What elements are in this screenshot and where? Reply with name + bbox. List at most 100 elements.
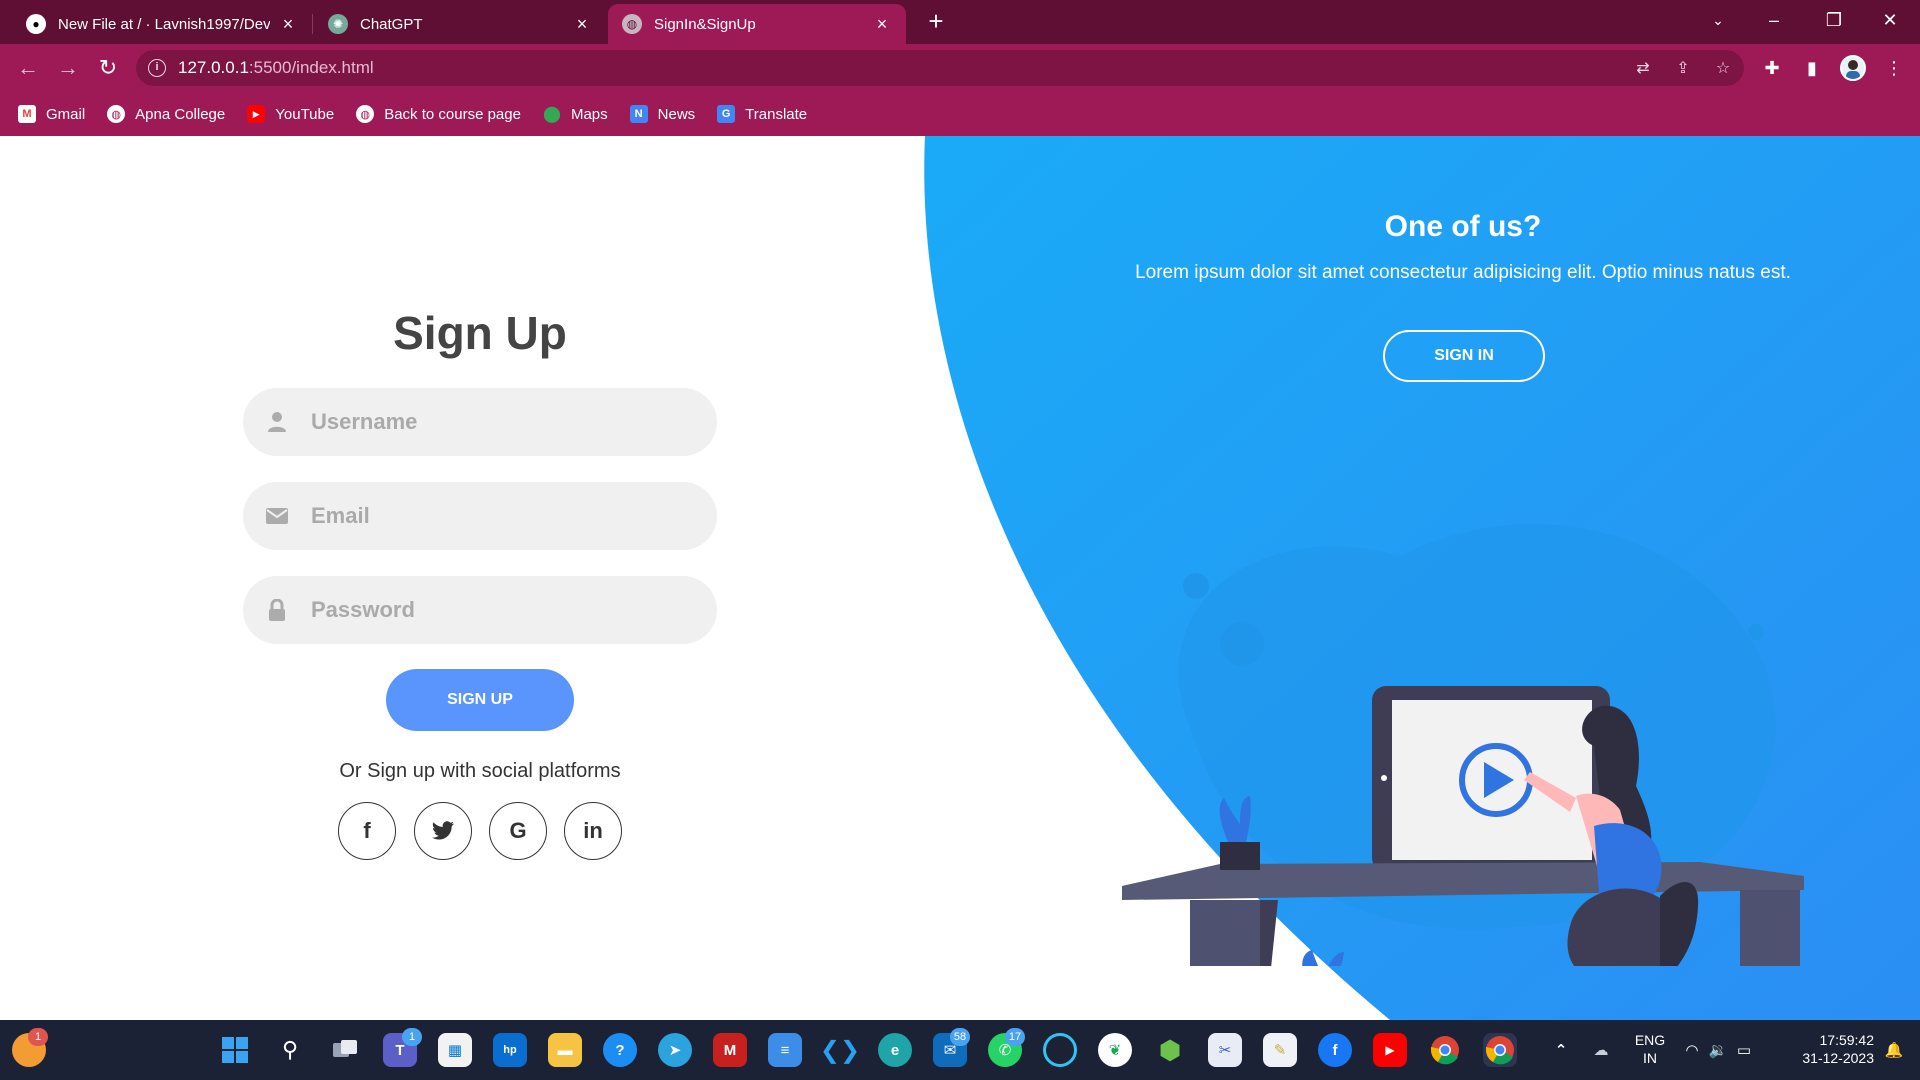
bookmark-translate[interactable]: G Translate <box>717 105 807 123</box>
facebook-icon: f <box>363 818 371 843</box>
bookmark-youtube[interactable]: ▶ YouTube <box>247 105 334 123</box>
globe-icon: ◍ <box>622 14 642 34</box>
youtube-icon: ▶ <box>247 105 266 123</box>
tab-chatgpt[interactable]: ✺ ChatGPT × <box>314 4 606 44</box>
extensions-icon[interactable]: ✚ <box>1760 56 1784 80</box>
bookmark-label: YouTube <box>275 105 335 123</box>
site-info-icon[interactable]: i <box>148 59 166 77</box>
tab-search-icon[interactable]: ⌄ <box>1694 0 1742 40</box>
url-path: :5500/index.html <box>248 58 374 77</box>
linkedin-icon: in <box>583 818 603 843</box>
onedrive-icon[interactable]: ☁ <box>1584 1033 1618 1067</box>
bookmark-label: Back to course page <box>384 105 521 123</box>
url-host: 127.0.0.1 <box>178 58 249 77</box>
language-indicator[interactable]: ENG IN <box>1628 1031 1672 1067</box>
linkedin-button[interactable]: in <box>564 802 622 860</box>
volume-icon[interactable]: 🔉 <box>1706 1033 1730 1067</box>
globe-icon: ◍ <box>356 105 375 123</box>
help-icon[interactable]: ? <box>603 1033 637 1067</box>
bookmark-label: Apna College <box>135 105 226 123</box>
battery-icon[interactable]: ▭ <box>1732 1033 1756 1067</box>
twitter-button[interactable] <box>414 802 472 860</box>
password-field[interactable] <box>243 576 717 644</box>
bookmark-label: Maps <box>570 105 608 123</box>
panel-title: One of us? <box>1384 210 1542 243</box>
side-panel-icon[interactable]: ▮ <box>1800 56 1824 80</box>
profile-avatar[interactable] <box>1840 55 1866 81</box>
url-text: 127.0.0.1:5500/index.html <box>178 58 374 78</box>
start-icon[interactable] <box>218 1033 252 1067</box>
tab-separator <box>312 14 313 34</box>
signup-button[interactable]: SIGN UP <box>386 669 574 731</box>
bookmark-news[interactable]: N News <box>629 105 695 123</box>
bookmark-maps[interactable]: ⬤ Maps <box>543 105 608 124</box>
chevron-up-icon[interactable]: ⌃ <box>1544 1033 1578 1067</box>
region-label: IN <box>1643 1050 1657 1066</box>
youtube-app-icon[interactable]: ▶ <box>1373 1033 1407 1067</box>
translate-page-icon[interactable]: ⇄ <box>1632 58 1654 80</box>
store-icon[interactable]: ▦ <box>438 1033 472 1067</box>
username-input[interactable] <box>311 409 691 435</box>
myhp-icon[interactable]: hp <box>493 1033 527 1067</box>
tab-signin-signup[interactable]: ◍ SignIn&SignUp × <box>608 4 906 44</box>
chatgpt-icon: ✺ <box>328 14 348 34</box>
desk-illustration <box>1122 524 1804 966</box>
forward-button[interactable]: → <box>52 52 84 84</box>
chrome-icon[interactable] <box>1428 1033 1462 1067</box>
clock[interactable]: 17:59:42 31-12-2023 <box>1774 1031 1874 1067</box>
close-icon[interactable]: × <box>278 14 298 35</box>
facebook-app-icon[interactable]: f <box>1318 1033 1352 1067</box>
signup-title: Sign Up <box>393 307 567 359</box>
editor-icon[interactable]: ✎ <box>1263 1033 1297 1067</box>
chrome-profile-icon[interactable] <box>1483 1033 1517 1067</box>
reload-button[interactable]: ↻ <box>92 52 124 84</box>
notepad-icon[interactable]: ≡ <box>768 1033 802 1067</box>
wifi-icon[interactable]: ◠ <box>1680 1033 1704 1067</box>
signin-button[interactable]: SIGN IN <box>1383 330 1545 382</box>
bookmark-apna-college[interactable]: ◍ Apna College <box>107 105 225 123</box>
bookmark-star-icon[interactable]: ☆ <box>1712 58 1734 80</box>
alexa-icon[interactable] <box>1043 1033 1077 1067</box>
email-field[interactable] <box>243 482 717 550</box>
snipping-tool-icon[interactable]: ✂ <box>1208 1033 1242 1067</box>
search-icon[interactable]: ⚲ <box>273 1033 307 1067</box>
back-button[interactable]: ← <box>12 52 44 84</box>
password-input[interactable] <box>311 597 691 623</box>
restore-button[interactable]: ❐ <box>1810 0 1858 40</box>
close-icon[interactable]: × <box>572 14 592 35</box>
bookmark-label: Translate <box>745 105 808 123</box>
mongodb-icon[interactable]: ❦ <box>1098 1033 1132 1067</box>
address-bar[interactable]: i 127.0.0.1:5500/index.html ⇄ ⇪ ☆ <box>136 50 1744 86</box>
close-window-button[interactable]: ✕ <box>1866 0 1914 40</box>
gmail-icon: M <box>18 105 36 123</box>
minimize-button[interactable]: – <box>1750 0 1798 40</box>
bookmark-gmail[interactable]: M Gmail <box>18 105 85 123</box>
telegram-icon[interactable]: ➤ <box>658 1033 692 1067</box>
facebook-button[interactable]: f <box>338 802 396 860</box>
tab-github[interactable]: ● New File at / · Lavnish1997/Devt × <box>12 4 312 44</box>
email-input[interactable] <box>311 503 691 529</box>
file-explorer-icon[interactable]: ▬ <box>548 1033 582 1067</box>
share-icon[interactable]: ⇪ <box>1672 58 1694 80</box>
task-view-icon[interactable] <box>328 1033 362 1067</box>
bookmark-back-to-course[interactable]: ◍ Back to course page <box>356 105 521 123</box>
language-label: ENG <box>1634 1032 1666 1048</box>
new-tab-button[interactable]: + <box>920 6 952 38</box>
tab-title: ChatGPT <box>360 15 423 33</box>
globe-icon: ◍ <box>107 105 126 123</box>
edge-icon[interactable]: e <box>878 1033 912 1067</box>
tab-title: New File at / · Lavnish1997/Devt <box>58 15 270 33</box>
news-icon: N <box>629 105 648 123</box>
google-button[interactable]: G <box>489 802 547 860</box>
username-field[interactable] <box>243 388 717 456</box>
notification-bell-icon[interactable]: 🔔 <box>1880 1033 1908 1067</box>
social-platforms-text: Or Sign up with social platforms <box>339 760 621 782</box>
notification-badge: 58 <box>950 1028 970 1046</box>
mcafee-icon[interactable]: M <box>713 1033 747 1067</box>
user-icon <box>243 411 311 433</box>
nodejs-icon[interactable]: ⬢ <box>1153 1033 1187 1067</box>
vscode-icon[interactable]: ❮❯ <box>820 1033 860 1067</box>
close-icon[interactable]: × <box>872 14 892 35</box>
menu-icon[interactable]: ⋮ <box>1882 56 1906 80</box>
bookmarks-bar: M Gmail ◍ Apna College ▶ YouTube ◍ Back … <box>0 92 1920 136</box>
